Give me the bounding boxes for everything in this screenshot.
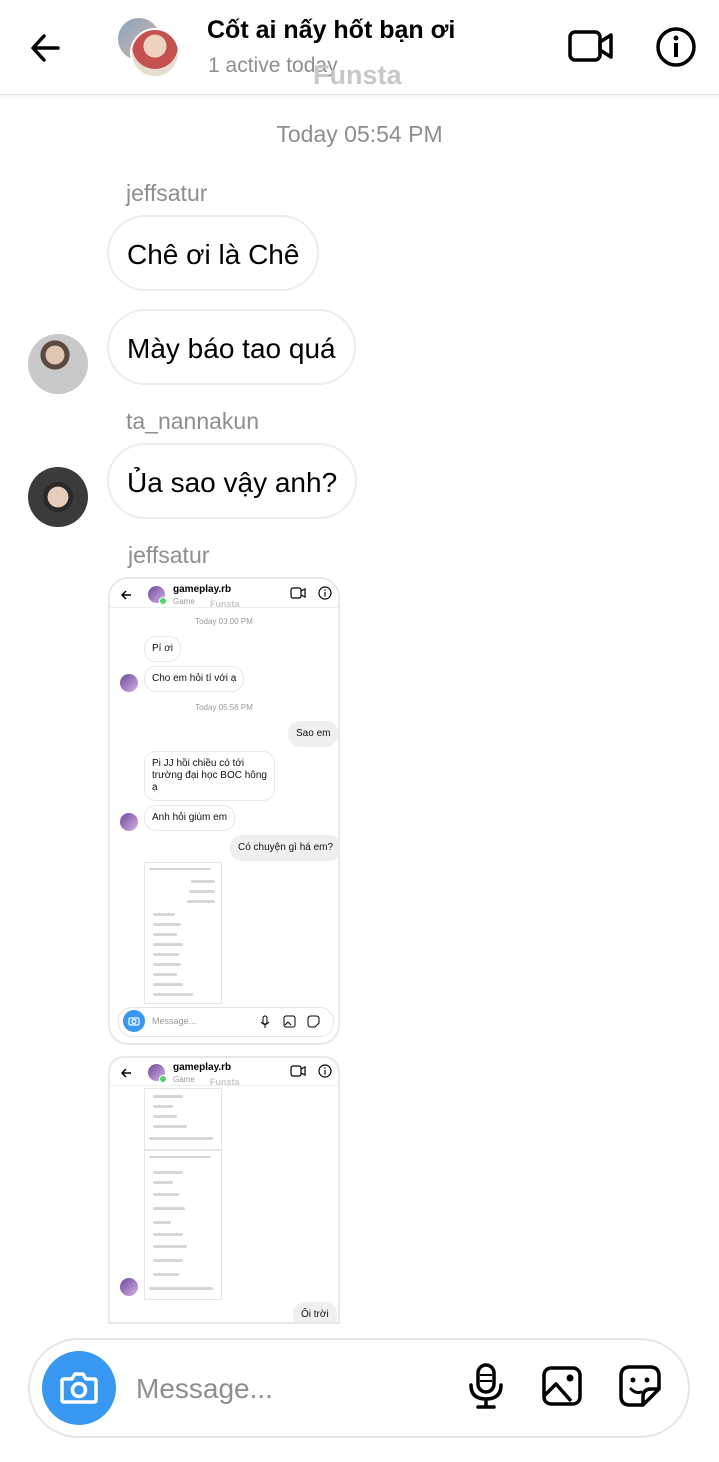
chat-title: gameplay.rb [173, 1062, 232, 1073]
message-bubble: Có chuyện gì há em? [230, 835, 338, 861]
info-icon [318, 586, 332, 600]
chat-subtitle: Game [173, 1075, 195, 1084]
sticker-icon [307, 1015, 320, 1028]
chat-title: gameplay.rb [173, 584, 232, 595]
nested-screenshot [144, 862, 222, 1004]
video-call-icon [290, 587, 306, 599]
watermark: Funsta [313, 60, 402, 90]
mini-composer [118, 1007, 334, 1037]
divider [110, 607, 338, 608]
avatar [120, 1278, 138, 1296]
online-dot [159, 597, 167, 605]
info-icon [318, 1064, 332, 1078]
sender-name: ta_nannakun [126, 408, 260, 434]
message-line: Pi JJ hồi chiều có tới [152, 758, 245, 769]
info-icon[interactable] [654, 25, 698, 69]
avatar[interactable] [28, 467, 88, 527]
message-bubble[interactable]: Chê ơi là Chê [107, 215, 320, 291]
sender-name: jeffsatur [126, 180, 208, 206]
divider [110, 1085, 338, 1086]
message-input[interactable] [134, 1368, 438, 1410]
message-bubble: Anh hỏi giùm em [144, 805, 236, 831]
shared-screenshot[interactable]: gameplay.rb Game Funsta Today 03:00 PM P… [108, 577, 340, 1045]
microphone-icon[interactable] [467, 1363, 505, 1409]
avatar [120, 813, 138, 831]
camera-icon [123, 1010, 145, 1032]
gallery-icon[interactable] [541, 1365, 583, 1407]
message-line: trường đại học BOC hông [152, 770, 267, 781]
shared-screenshot[interactable]: gameplay.rb Game Funsta Ôi trời [108, 1056, 340, 1324]
message-timestamp: Today 05:54 PM [276, 121, 443, 147]
back-arrow-icon [120, 590, 131, 600]
message-bubble: Pí ơi [144, 636, 182, 662]
sticker-icon[interactable] [618, 1364, 662, 1408]
video-call-icon[interactable] [567, 26, 615, 66]
avatar [120, 674, 138, 692]
back-arrow-icon [120, 1068, 131, 1078]
message-bubble: Pi JJ hồi chiều có tới trường đại học BO… [144, 751, 275, 801]
message-timestamp: Today 05:56 PM [195, 703, 253, 712]
chat-title[interactable]: Cốt ai nấy hốt bạn ơi [207, 16, 455, 45]
back-arrow-icon[interactable] [28, 30, 64, 66]
avatar[interactable] [28, 334, 88, 394]
message-bubble[interactable]: Ủa sao vậy anh? [107, 443, 358, 519]
message-placeholder: Message... [152, 1016, 197, 1026]
camera-icon [60, 1372, 98, 1404]
message-bubble[interactable]: Mày báo tao quá [107, 309, 356, 385]
video-call-icon [290, 1065, 306, 1077]
chat-subtitle: Game [173, 597, 195, 606]
online-dot [159, 1075, 167, 1083]
group-avatar-front[interactable] [130, 28, 180, 78]
nested-screenshot [144, 1088, 222, 1150]
message-bubble: Cho em hỏi tí với ạ [144, 666, 245, 692]
microphone-icon [260, 1015, 270, 1028]
nested-screenshot [144, 1150, 222, 1300]
sender-name: jeffsatur [128, 542, 210, 568]
message-bubble: Sao em [288, 721, 338, 747]
camera-button[interactable] [42, 1351, 116, 1425]
message-timestamp: Today 03:00 PM [195, 617, 253, 626]
message-line: ạ [152, 782, 158, 793]
gallery-icon [283, 1015, 296, 1028]
message-bubble: Ôi trời [293, 1302, 337, 1322]
